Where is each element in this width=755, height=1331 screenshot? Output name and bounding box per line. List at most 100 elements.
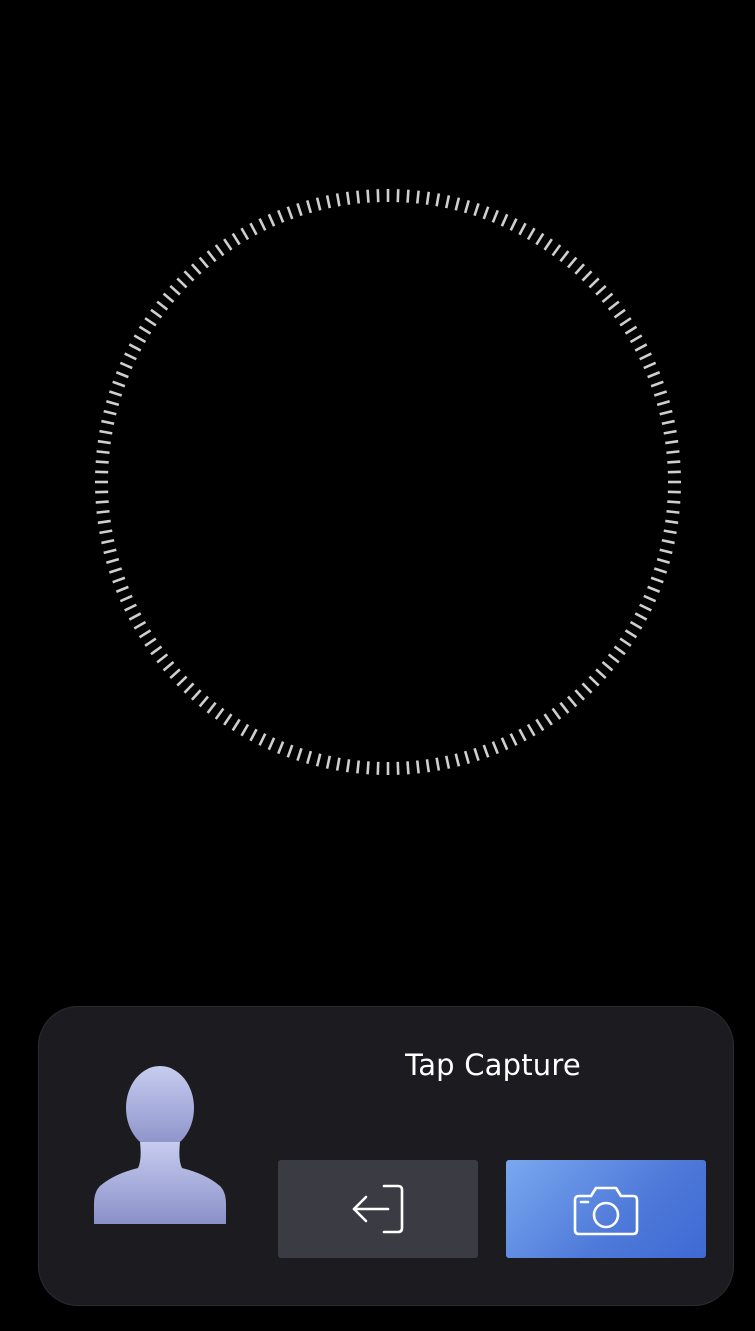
ring-tick: [169, 668, 181, 680]
ring-tick: [624, 325, 638, 335]
capture-prompt: Tap Capture: [405, 1048, 581, 1082]
ring-tick: [595, 668, 607, 680]
ring-tick: [588, 675, 600, 687]
ring-tick: [435, 757, 441, 771]
ring-tick: [162, 292, 175, 304]
ring-tick: [509, 733, 518, 746]
ring-tick: [415, 760, 420, 774]
ring-tick: [435, 193, 441, 207]
ring-tick: [559, 701, 570, 714]
ring-tick: [653, 567, 668, 574]
ring-tick: [95, 460, 109, 464]
ring-tick: [663, 529, 677, 535]
ring-tick: [535, 718, 545, 732]
ring-tick: [624, 629, 638, 639]
ring-tick: [665, 519, 679, 525]
ring-tick: [356, 190, 361, 204]
ring-tick: [97, 519, 111, 525]
ring-tick: [574, 689, 586, 701]
ring-tick: [108, 567, 123, 574]
ring-tick: [656, 557, 671, 565]
ring-tick: [128, 343, 142, 352]
ring-tick: [647, 371, 661, 379]
ring-tick: [99, 429, 113, 435]
ring-tick: [581, 270, 593, 282]
ring-tick: [643, 361, 657, 370]
ring-tick: [619, 317, 632, 327]
ring-tick: [305, 750, 313, 765]
ring-tick: [647, 585, 661, 593]
ring-tick: [258, 733, 267, 746]
ring-tick: [112, 576, 126, 584]
ring-tick: [240, 227, 250, 241]
ring-tick: [500, 737, 509, 751]
ring-tick: [190, 263, 202, 275]
ring-tick: [267, 213, 276, 227]
ring-tick: [206, 701, 217, 714]
ring-tick: [96, 509, 110, 514]
ring-tick: [277, 741, 285, 755]
ring-tick: [482, 744, 490, 758]
ring-tick: [231, 718, 241, 732]
ring-tick: [169, 284, 181, 296]
ring-tick: [551, 707, 562, 720]
exit-button[interactable]: [278, 1160, 478, 1258]
ring-tick: [335, 193, 341, 207]
ring-tick: [454, 753, 461, 767]
ring-tick: [463, 199, 471, 214]
ring-tick: [249, 222, 258, 236]
ring-tick: [156, 300, 169, 311]
ring-tick: [444, 755, 451, 769]
ring-tick: [406, 761, 410, 775]
ring-tick: [183, 682, 195, 694]
ring-tick: [643, 594, 657, 603]
ring-tick: [258, 218, 267, 231]
ring-tick: [103, 409, 117, 416]
ring-tick: [119, 594, 133, 603]
ring-tick: [335, 757, 341, 771]
ring-tick: [588, 277, 600, 289]
ring-tick: [315, 753, 322, 767]
ring-tick: [661, 538, 675, 545]
ring-tick: [581, 682, 593, 694]
ring-tick: [183, 270, 195, 282]
ring-tick: [190, 689, 202, 701]
ring-tick: [425, 191, 431, 205]
ring-tick: [659, 409, 673, 416]
ring-tick: [366, 189, 370, 203]
ring-tick: [198, 256, 210, 269]
ring-tick: [325, 195, 332, 209]
ring-tick: [639, 352, 652, 361]
person-silhouette-icon: [94, 1066, 226, 1224]
ring-tick: [629, 334, 643, 344]
ring-tick: [315, 197, 322, 211]
ring-tick: [138, 629, 152, 639]
ring-tick: [666, 450, 680, 455]
ring-tick: [124, 603, 137, 612]
ring-tick: [150, 308, 163, 319]
ring-tick: [518, 728, 527, 742]
capture-button[interactable]: [506, 1160, 706, 1258]
ring-tick: [108, 390, 123, 397]
ring-tick: [653, 390, 668, 397]
ring-tick: [156, 653, 169, 664]
ring-tick: [650, 576, 664, 584]
ring-tick: [634, 612, 648, 621]
ring-tick: [277, 209, 285, 223]
ring-tick: [415, 190, 420, 204]
ring-tick: [296, 747, 303, 762]
ring-tick: [667, 500, 681, 504]
ring-tick: [286, 744, 294, 758]
ring-tick: [95, 500, 109, 504]
ring-tick: [566, 256, 578, 269]
ring-tick: [559, 250, 570, 263]
ring-tick: [133, 334, 147, 344]
ring-tick: [613, 645, 626, 656]
ring-tick: [345, 759, 351, 773]
ring-tick: [444, 195, 451, 209]
ring-tick: [526, 227, 536, 241]
ring-tick: [543, 713, 553, 726]
ring-tick: [607, 300, 620, 311]
ring-tick: [663, 429, 677, 435]
ring-tick: [223, 238, 233, 251]
